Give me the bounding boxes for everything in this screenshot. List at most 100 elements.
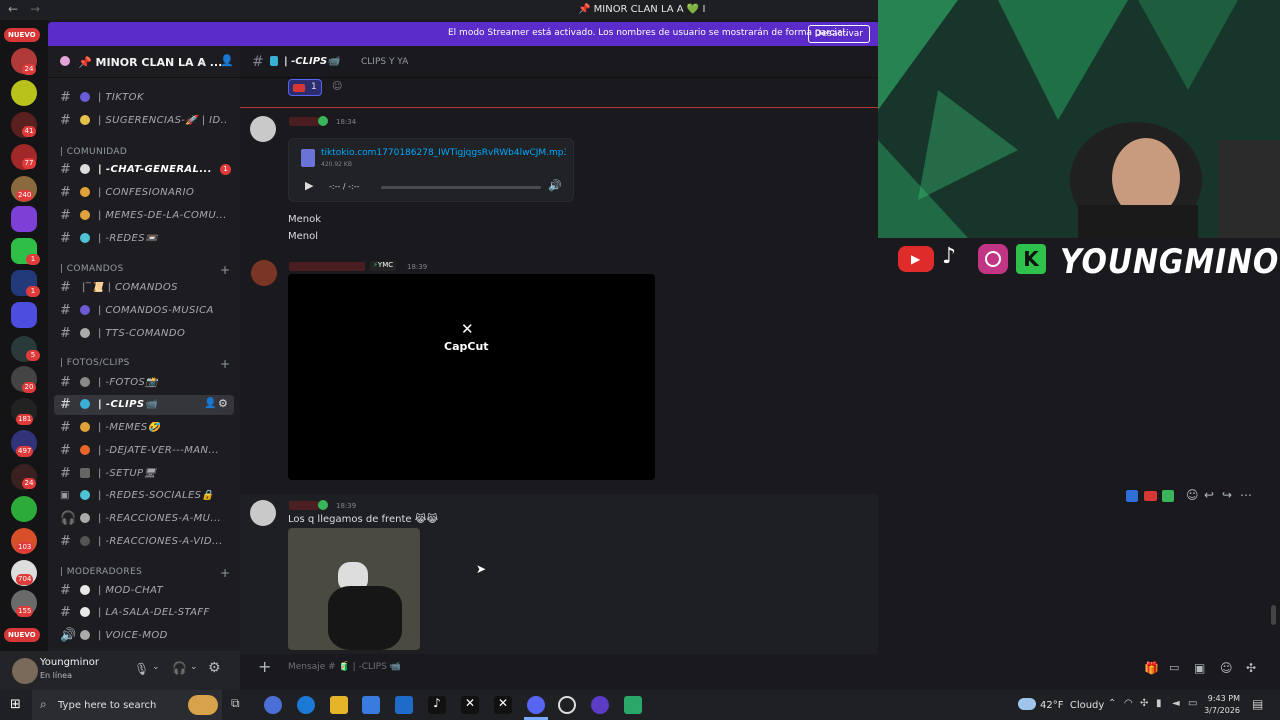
category-comunidad[interactable]: | COMUNIDAD: [60, 147, 127, 157]
emoji-icon[interactable]: ☺: [1220, 661, 1233, 675]
channel-item[interactable]: 🔊 | VOICE-MOD: [54, 626, 234, 646]
settings-gear-icon[interactable]: ⚙: [208, 660, 221, 676]
channel-item[interactable]: # | -DEJATE-VER---MAN...: [54, 441, 234, 461]
volume-icon[interactable]: ◄: [1172, 698, 1180, 709]
task-view-icon[interactable]: ⧉: [231, 696, 249, 714]
channel-item[interactable]: # | CONFESIONARIO: [54, 183, 234, 203]
more-options-icon[interactable]: ⋯: [1240, 488, 1252, 502]
add-attachment-icon[interactable]: +: [258, 657, 271, 676]
channel-item[interactable]: # | -MEMES🤣: [54, 418, 234, 438]
server-icon[interactable]: [11, 80, 37, 106]
store-icon[interactable]: [362, 696, 380, 714]
avatar[interactable]: [12, 658, 38, 684]
network-icon[interactable]: ✣: [1140, 698, 1148, 709]
chevron-down-icon[interactable]: ⌄: [198, 54, 207, 67]
channel-item[interactable]: ▣ | -REDES-SOCIALES🔒: [54, 486, 234, 506]
tiktok-app-icon[interactable]: ♪: [428, 696, 446, 714]
channel-item[interactable]: # | TIKTOK: [54, 88, 234, 108]
username-hidden[interactable]: [289, 117, 319, 126]
forward-arrow-icon[interactable]: →: [30, 2, 40, 16]
username-hidden[interactable]: [289, 501, 319, 510]
channel-item-active[interactable]: # | -CLIPS📹 👤 ⚙: [54, 395, 234, 415]
channel-item[interactable]: # |‾📜 | COMANDOS: [54, 278, 234, 298]
add-channel-icon[interactable]: +: [220, 357, 230, 371]
w-emoji-icon[interactable]: [1126, 490, 1138, 502]
server-icon[interactable]: [11, 496, 37, 522]
wifi-icon[interactable]: ◠: [1124, 698, 1133, 709]
avatar[interactable]: [250, 116, 276, 142]
apps-icon[interactable]: ✣: [1246, 661, 1256, 675]
battery-icon[interactable]: ▮: [1156, 698, 1162, 709]
channel-item[interactable]: # | -CHAT-GENERAL... 1: [54, 160, 234, 180]
capcut-app-icon[interactable]: ✕: [494, 696, 512, 714]
channel-item[interactable]: # | -REACCIONES-A-VID...: [54, 532, 234, 552]
server-icon[interactable]: [11, 302, 37, 328]
server-icon[interactable]: [11, 206, 37, 232]
forward-icon[interactable]: ↪: [1222, 488, 1232, 502]
attachment-filename[interactable]: tiktokio.com1770186278_IWTigjqgsRvRWb4lw…: [321, 148, 566, 158]
copilot-icon[interactable]: [264, 696, 282, 714]
headphones-icon[interactable]: 🎧: [172, 661, 187, 675]
reply-icon[interactable]: ↩: [1204, 488, 1214, 502]
volume-icon[interactable]: 🔊: [548, 179, 562, 192]
app-icon[interactable]: [624, 696, 642, 714]
back-arrow-icon[interactable]: ←: [8, 2, 18, 16]
add-channel-icon[interactable]: +: [220, 263, 230, 277]
category-comandos[interactable]: | COMANDOS +: [60, 263, 230, 277]
sticker-icon[interactable]: ▣: [1194, 661, 1205, 675]
channel-item[interactable]: # | LA-SALA-DEL-STAFF: [54, 603, 234, 623]
gif-icon[interactable]: ▭: [1169, 661, 1179, 674]
gift-icon[interactable]: 🎁: [1144, 661, 1159, 675]
windows-start-icon[interactable]: ⊞: [10, 697, 21, 712]
deactivate-button[interactable]: Desactivar: [807, 25, 870, 43]
display-icon[interactable]: ▭: [1188, 698, 1197, 709]
clock-time[interactable]: 9:43 PM: [1204, 694, 1240, 703]
app-icon[interactable]: [591, 696, 609, 714]
server-header[interactable]: 📌 MINOR CLAN LA A ... ⌄ 👤: [48, 46, 240, 78]
add-member-icon[interactable]: 👤: [220, 54, 234, 67]
category-moderadores[interactable]: | MODERADORES +: [60, 566, 230, 580]
message-input[interactable]: Mensaje # 🧃 | -CLIPS 📹: [288, 662, 401, 672]
taskbar-search[interactable]: ⌕ Type here to search: [32, 690, 222, 720]
scrollbar[interactable]: [1271, 605, 1276, 625]
play-icon[interactable]: ▶: [305, 179, 313, 192]
channel-topic[interactable]: CLIPS Y YA: [361, 57, 408, 67]
video-attachment[interactable]: ✕ CapCut: [288, 274, 655, 480]
weather-text[interactable]: 42°F Cloudy: [1040, 700, 1104, 711]
channel-item[interactable]: # | MOD-CHAT: [54, 581, 234, 601]
channel-item[interactable]: 🎧 | -REACCIONES-A-MU...: [54, 509, 234, 529]
add-reaction-icon[interactable]: ☺: [1186, 488, 1199, 502]
mail-icon[interactable]: [395, 696, 413, 714]
reaction[interactable]: 1: [288, 79, 322, 96]
avatar[interactable]: [251, 260, 277, 286]
chevron-down-icon[interactable]: ⌄: [152, 662, 160, 672]
add-channel-icon[interactable]: +: [220, 566, 230, 580]
channel-item[interactable]: # | -REDES📼: [54, 229, 234, 249]
chevron-down-icon[interactable]: ⌄: [190, 662, 198, 672]
discord-icon[interactable]: [527, 696, 545, 714]
capcut-app-icon[interactable]: ✕: [461, 696, 479, 714]
channel-item[interactable]: # | -FOTOS📸: [54, 373, 234, 393]
ban-emoji-icon[interactable]: [1144, 491, 1157, 501]
channel-item[interactable]: # | -SETUP🖥: [54, 464, 234, 484]
image-attachment[interactable]: [288, 528, 420, 650]
edge-icon[interactable]: [297, 696, 315, 714]
microphone-icon[interactable]: 🎙: [134, 662, 149, 676]
add-reaction-icon[interactable]: ☺: [332, 81, 342, 92]
notifications-icon[interactable]: ▤: [1252, 697, 1263, 711]
invite-icon[interactable]: 👤: [204, 398, 216, 409]
channel-item[interactable]: # | TTS-COMANDO: [54, 324, 234, 344]
gear-icon[interactable]: ⚙: [218, 397, 228, 410]
file-explorer-icon[interactable]: [330, 696, 348, 714]
clock-date[interactable]: 3/7/2026: [1204, 706, 1240, 715]
username-hidden[interactable]: [289, 262, 365, 271]
channel-item[interactable]: # | MEMES-DE-LA-COMU...: [54, 206, 234, 226]
channel-item[interactable]: # | SUGERENCIAS-🚀 | ID...: [54, 111, 234, 131]
chevron-up-icon[interactable]: ⌃: [1108, 698, 1116, 709]
category-fotos-clips[interactable]: | FOTOS/CLIPS +: [60, 357, 230, 371]
obs-icon[interactable]: [558, 696, 576, 714]
audio-progress-track[interactable]: [381, 186, 541, 189]
channel-item[interactable]: # | COMANDOS-MUSICA: [54, 301, 234, 321]
check-emoji-icon[interactable]: [1162, 490, 1174, 502]
avatar[interactable]: [250, 500, 276, 526]
